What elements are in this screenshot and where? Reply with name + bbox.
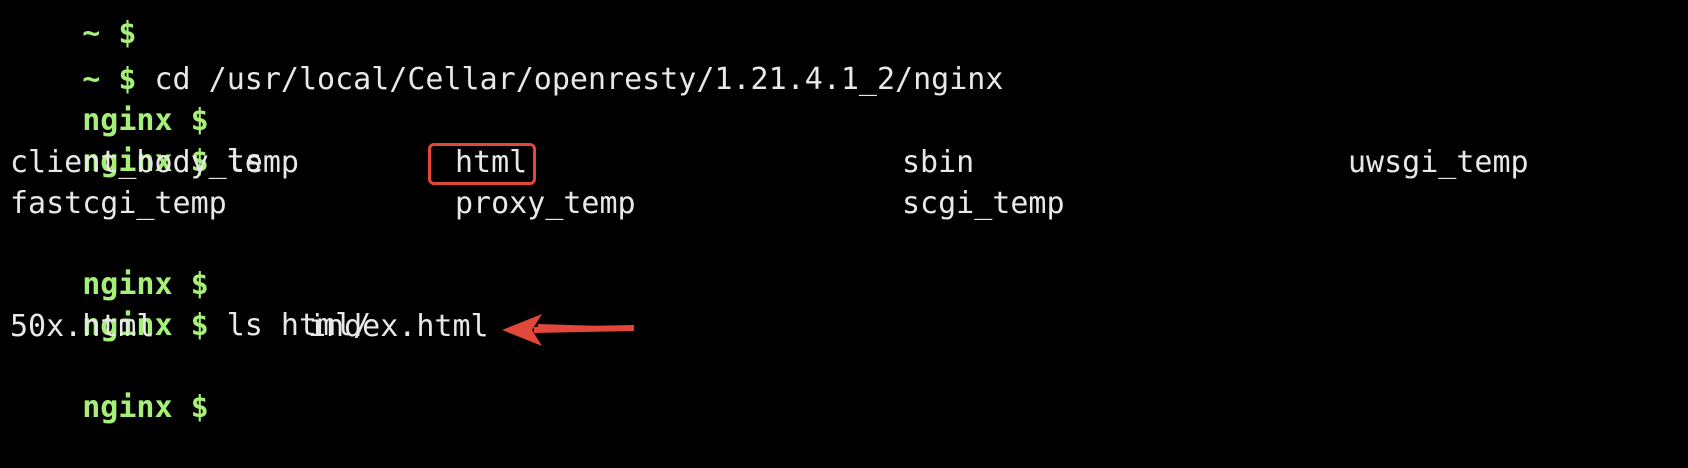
terminal-line-ls: nginx $ ls — [10, 102, 263, 179]
ls-entry: fastcgi_temp — [10, 186, 227, 221]
ls-entry: scgi_temp — [902, 186, 1065, 221]
html-file-entry-index: index.html — [308, 309, 489, 344]
terminal-line-prev: ~ $ — [10, 0, 136, 51]
highlight-box-html — [428, 143, 536, 185]
command-text: cd /usr/local/Cellar/openresty/1.21.4.1_… — [136, 62, 1004, 97]
ls-entry: sbin — [902, 145, 975, 180]
terminal-line-empty-prompt: nginx $ — [10, 225, 208, 302]
prompt: nginx $ — [82, 390, 209, 425]
ls-entry: client_body_temp — [10, 145, 299, 180]
terminal-line-current-prompt: nginx $ — [10, 348, 208, 425]
red-arrow-icon — [502, 314, 634, 346]
terminal-line-empty-prompt: nginx $ — [10, 61, 208, 138]
terminal-line-ls-html: nginx $ ls html/ — [10, 266, 371, 343]
terminal-line-cd: ~ $ cd /usr/local/Cellar/openresty/1.21.… — [10, 20, 1003, 97]
ls-entry: proxy_temp — [455, 186, 636, 221]
html-file-entry: 50x.html — [10, 309, 155, 344]
terminal-window[interactable]: ~ $ ~ $ cd /usr/local/Cellar/openresty/1… — [0, 0, 1688, 425]
ls-entry: uwsgi_temp — [1348, 145, 1529, 180]
